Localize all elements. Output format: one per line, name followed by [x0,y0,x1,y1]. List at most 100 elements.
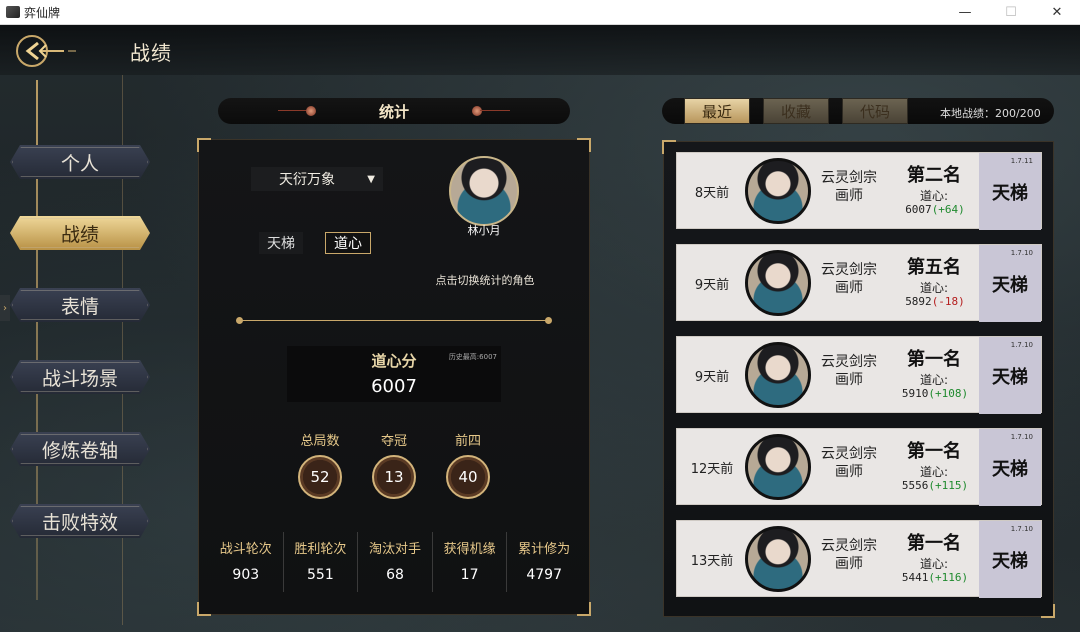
stat-value: 13 [372,455,416,499]
stat-label: 战斗轮次 [219,542,272,557]
section-divider [236,317,552,324]
sidebar-item-cultivation-scroll[interactable]: 修炼卷轴 [10,432,150,466]
window-title: 弈仙牌 [24,5,61,20]
sidebar-item-label: 表情 [60,295,99,318]
record-card[interactable]: 13天前 云灵剑宗 画师 第一名 道心: 5441(+116) 天梯 1.7.10 [676,520,1042,598]
app-logo-icon [6,6,20,18]
sidebar-expand-handle[interactable]: › [0,295,10,321]
header-ornament-line [278,110,308,111]
top-bar: 战绩 [0,25,1080,75]
sect-dropdown[interactable]: 天衍万象 ▼ [251,167,383,191]
character-name: 林小月 [467,224,501,237]
back-arrow-icon [16,35,76,67]
record-score-line: 6007(+64) [887,203,983,216]
stat-championships: 夺冠 13 [369,430,419,499]
filter-code-button[interactable]: 代码 [842,98,908,124]
filter-favorites-button[interactable]: 收藏 [763,98,829,124]
window-controls: — ☐ ✕ [942,0,1080,25]
stat-label: 总局数 [300,434,340,449]
sidebar-item-label: 击败特效 [41,511,118,534]
record-version: 1.7.10 [1010,525,1033,533]
record-sect-name: 云灵剑宗 [821,170,877,186]
panel-corner [662,140,676,154]
record-sect: 云灵剑宗 画师 [817,261,881,297]
stats-panel: 天衍万象 ▼ 天梯 道心 林小月 点击切换统计的角色 道心分 历史最高:6007… [197,138,591,616]
record-version: 1.7.10 [1010,249,1033,257]
record-role: 画师 [835,188,863,204]
stat-value: 551 [307,567,334,583]
stat-total-games: 总局数 52 [295,430,345,499]
character-avatar[interactable] [449,156,519,226]
window-titlebar: 弈仙牌 — ☐ ✕ [0,0,1080,25]
record-dao-label: 道心: [919,557,949,571]
record-score-delta: (+64) [931,203,965,216]
record-version: 1.7.10 [1010,433,1033,441]
record-role: 画师 [835,372,863,388]
record-score: 5892 [905,295,932,308]
panel-corner [1041,604,1055,618]
flower-ornament-icon [472,106,482,116]
record-score-delta: (+115) [928,479,969,492]
record-sect: 云灵剑宗 画师 [817,353,881,389]
record-version: 1.7.11 [1010,157,1033,165]
tab-daoxin[interactable]: 道心 [325,232,371,254]
sidebar-item-label: 个人 [60,152,99,175]
sidebar-item-emotes[interactable]: 表情 [10,288,150,322]
chevron-down-icon: ▼ [367,173,375,185]
stat-battle-rounds: 战斗轮次 903 [209,532,284,592]
record-version: 1.7.10 [1010,341,1033,349]
record-card[interactable]: 9天前 云灵剑宗 画师 第一名 道心: 5910(+108) 天梯 1.7.10 [676,336,1042,414]
record-score-line: 5441(+116) [887,571,983,584]
record-avatar [745,434,811,500]
record-avatar [745,526,811,592]
record-sect-name: 云灵剑宗 [821,262,877,278]
stat-top-four: 前四 40 [443,430,493,499]
stat-value: 40 [446,455,490,499]
score-value: 6007 [371,376,417,397]
back-button[interactable] [14,33,80,69]
tab-ladder[interactable]: 天梯 [259,232,303,254]
flower-ornament-icon [306,106,316,116]
sidebar-item-personal[interactable]: 个人 [10,145,150,179]
record-days-ago: 13天前 [690,554,734,569]
stat-win-rounds: 胜利轮次 551 [284,532,359,592]
header-ornament-line [480,110,510,111]
record-card[interactable]: 12天前 云灵剑宗 画师 第一名 道心: 5556(+115) 天梯 1.7.10 [676,428,1042,506]
bottom-stats: 战斗轮次 903 胜利轮次 551 淘汰对手 68 获得机缘 17 累计修为 4… [209,532,581,592]
record-card[interactable]: 8天前 云灵剑宗 画师 第二名 道心: 6007(+64) 天梯 1.7.11 [676,152,1042,230]
record-days-ago: 9天前 [694,370,730,385]
stat-total-cultivation: 累计修为 4797 [507,532,581,592]
record-dao-label: 道心: [919,281,949,295]
sidebar-item-battle-scene[interactable]: 战斗场景 [10,360,150,394]
stat-value: 17 [460,567,479,583]
record-role: 画师 [835,464,863,480]
maximize-button[interactable]: ☐ [988,0,1034,25]
record-dao-label: 道心: [919,189,949,203]
record-card[interactable]: 9天前 云灵剑宗 画师 第五名 道心: 5892(-18) 天梯 1.7.10 [676,244,1042,322]
record-rank: 第一名 [907,349,961,370]
minimize-button[interactable]: — [942,0,988,25]
record-score: 6007 [905,203,932,216]
record-score-line: 5892(-18) [887,295,983,308]
filter-recent-button[interactable]: 最近 [684,98,750,124]
sidebar-item-records[interactable]: 战绩 [10,216,150,250]
record-rank: 第一名 [907,533,961,554]
record-rank: 第二名 [907,165,961,186]
record-sect-name: 云灵剑宗 [821,354,877,370]
record-sect: 云灵剑宗 画师 [817,169,881,205]
record-score-delta: (+108) [928,387,969,400]
stats-header: 统计 [218,98,570,124]
local-record-count: 本地战绩：200/200 [940,107,1041,120]
sidebar-item-defeat-effect[interactable]: 击败特效 [10,504,150,538]
stat-label: 获得机缘 [443,542,496,557]
close-button[interactable]: ✕ [1034,0,1080,25]
record-sect-name: 云灵剑宗 [821,538,877,554]
record-rank: 第五名 [907,257,961,278]
stat-label: 累计修为 [518,542,571,557]
record-days-ago: 8天前 [694,186,730,201]
record-rank: 第一名 [907,441,961,462]
record-score-line: 5556(+115) [887,479,983,492]
sidebar-item-label: 修炼卷轴 [41,439,118,462]
sect-dropdown-value: 天衍万象 [279,172,335,188]
record-days-ago: 12天前 [690,462,734,477]
